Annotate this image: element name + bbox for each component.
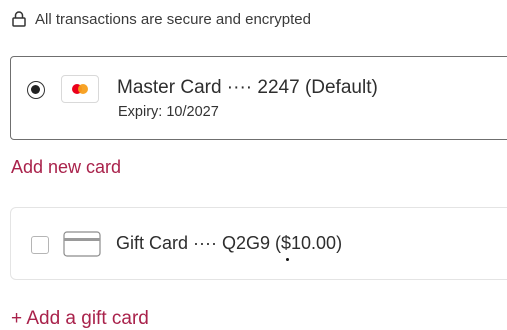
card-expiry: Expiry: 10/2027 (118, 104, 219, 120)
mouse-cursor (286, 258, 289, 261)
card-radio-selected[interactable] (27, 81, 45, 99)
gift-card-title: Gift Card ···· Q2G9 ($10.00) (116, 233, 343, 253)
security-notice: All transactions are secure and encrypte… (12, 8, 311, 30)
add-new-card-link[interactable]: Add new card (11, 157, 121, 178)
lock-icon (12, 11, 26, 27)
gift-card-checkbox[interactable] (31, 236, 49, 254)
card-icon (63, 231, 101, 257)
add-gift-card-link[interactable]: + Add a gift card (11, 308, 149, 330)
gift-card-option[interactable]: Gift Card ···· Q2G9 ($10.00) (10, 207, 507, 280)
saved-card-option[interactable]: Master Card ···· 2247 (Default) Expiry: … (10, 56, 507, 140)
mastercard-icon (61, 75, 99, 103)
card-title: Master Card ···· 2247 (Default) (117, 77, 378, 98)
security-text: All transactions are secure and encrypte… (35, 10, 311, 28)
